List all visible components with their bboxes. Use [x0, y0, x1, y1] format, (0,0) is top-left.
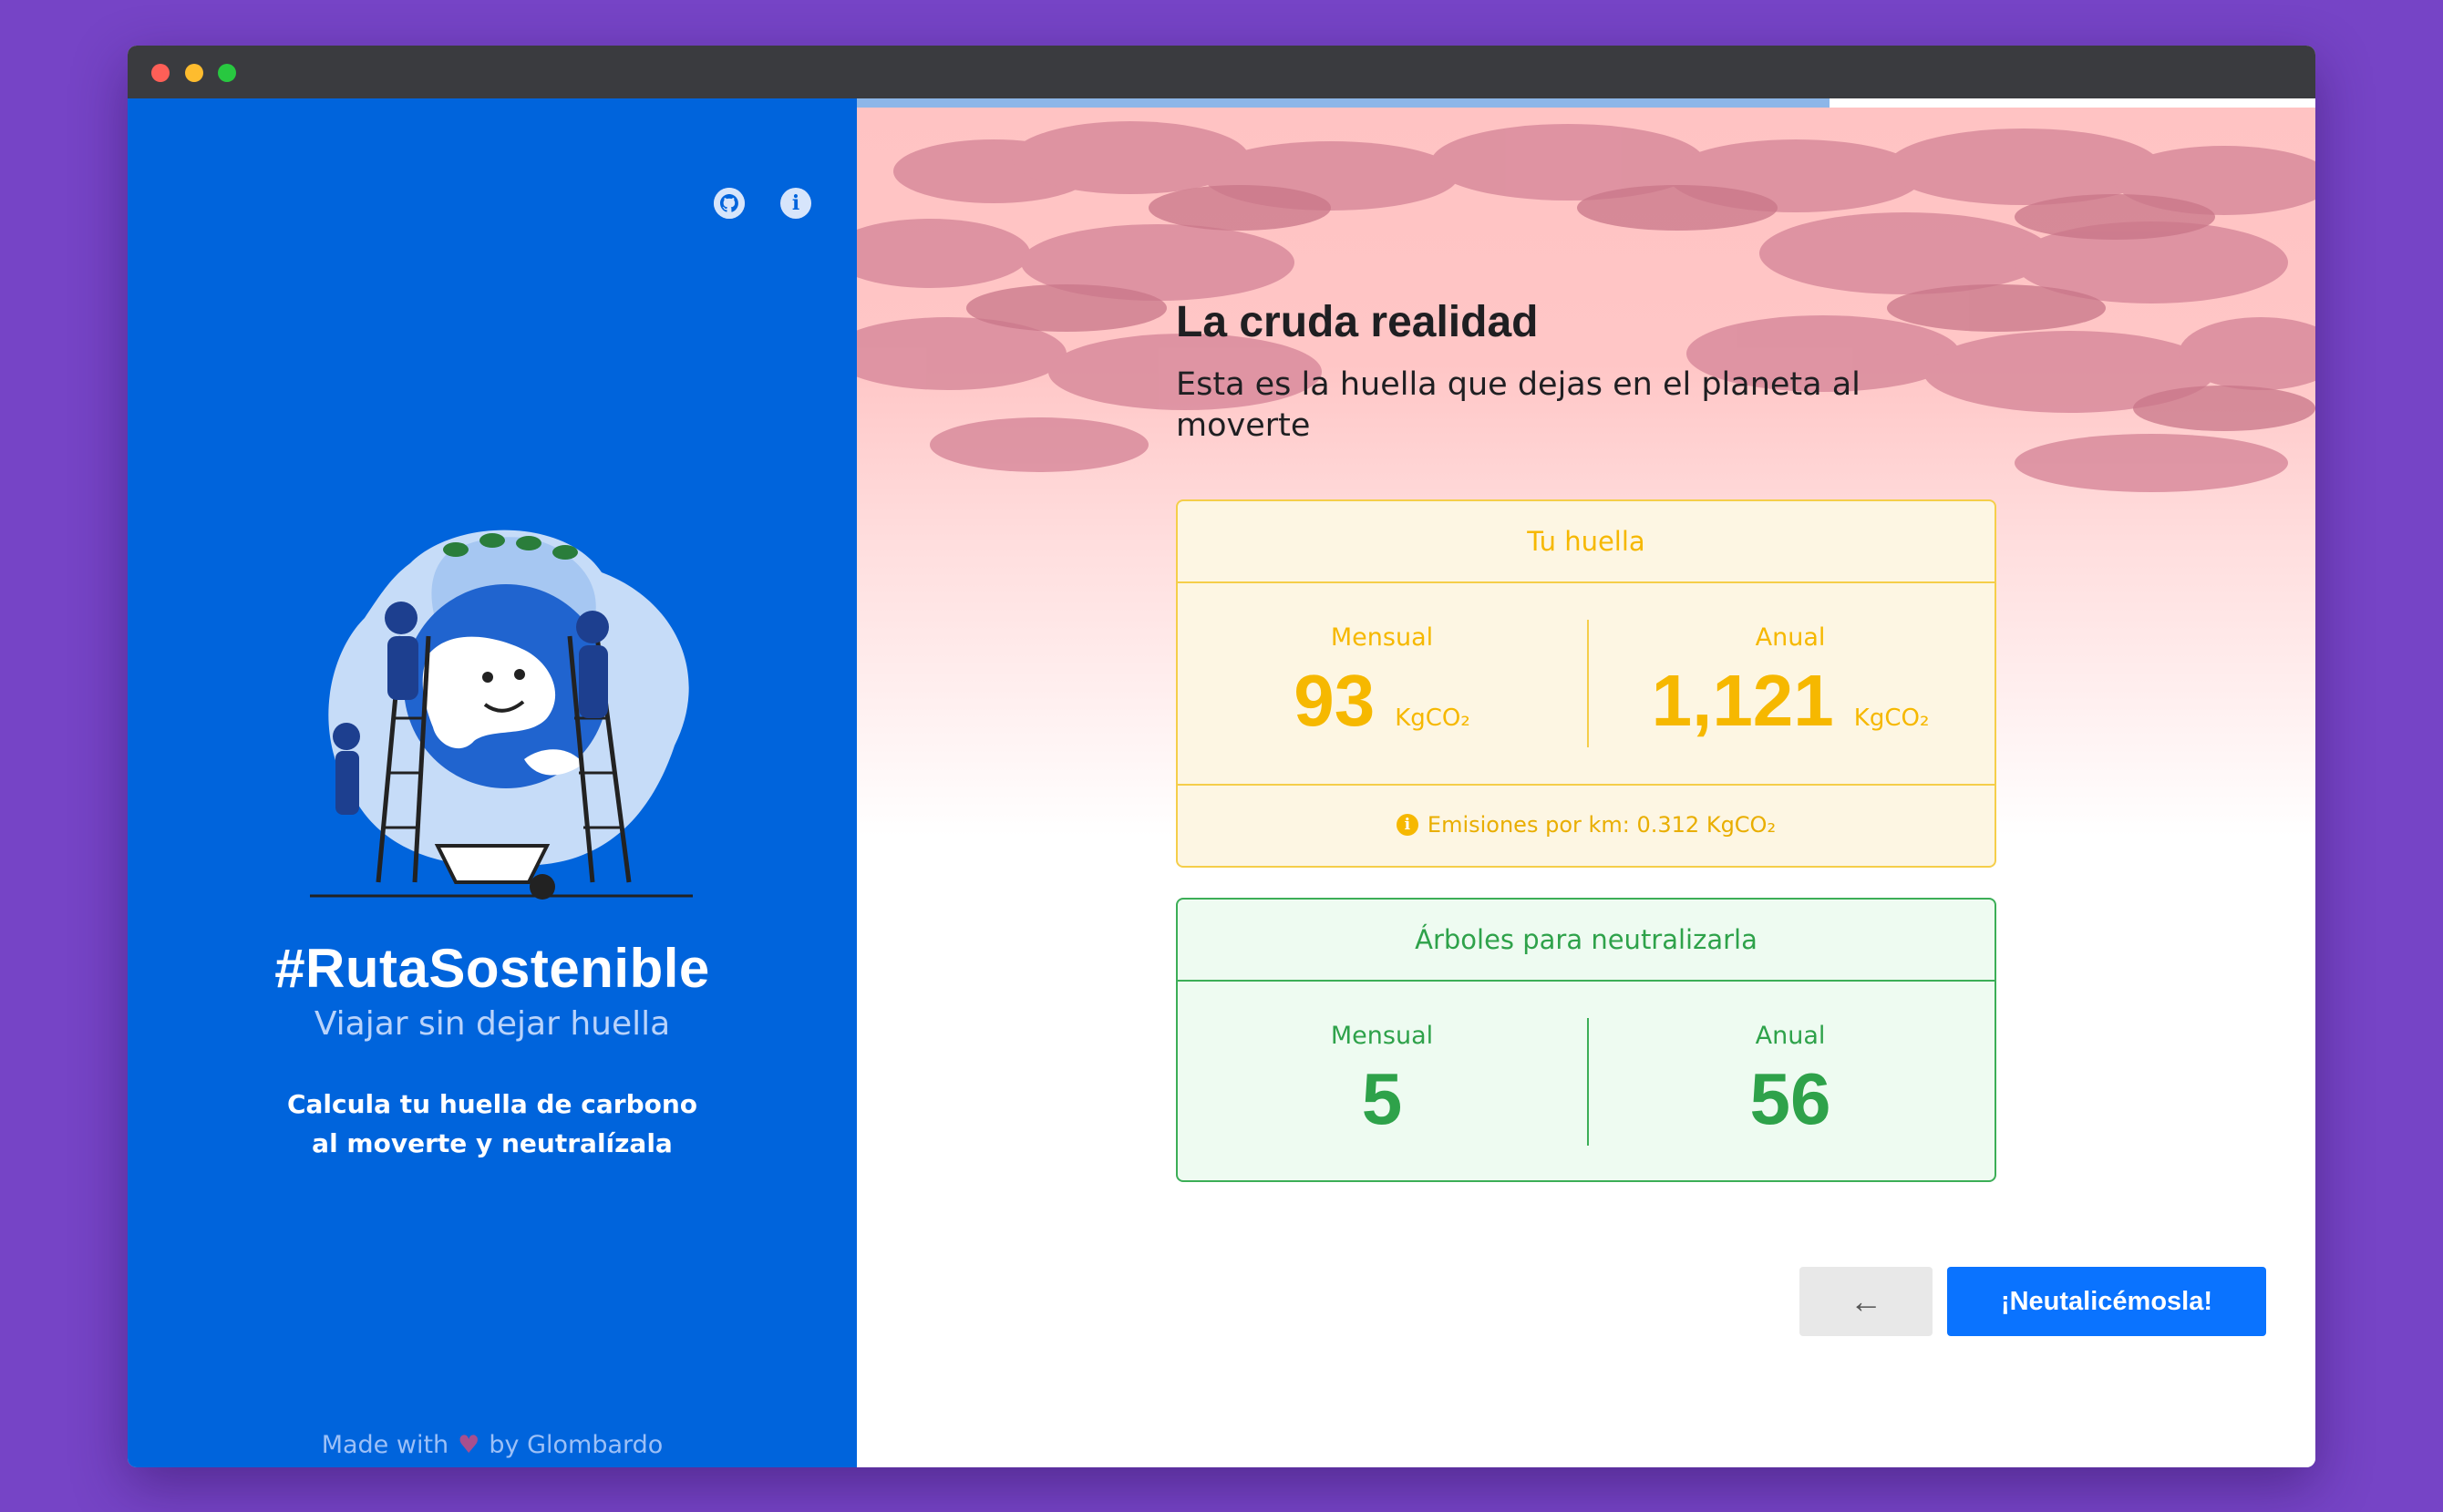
credits-author[interactable]: by Glombardo — [489, 1431, 663, 1459]
credits-prefix: Made with — [321, 1431, 449, 1459]
trees-divider — [1587, 1018, 1589, 1146]
info-circle-icon: i — [1396, 814, 1418, 836]
earth-care-illustration — [310, 530, 693, 900]
minimize-window-button[interactable] — [185, 64, 203, 82]
footprint-annual-unit: KgCO₂ — [1853, 705, 1930, 732]
credits: Made with ♥ by Glombardo — [128, 1431, 857, 1459]
footprint-card: Tu huella Mensual 93 KgCO₂ Anual 1,121 KgC… — [1176, 499, 1996, 868]
trees-card-title: Árboles para neutralizarla — [1178, 900, 1995, 982]
footprint-monthly: Mensual 93 KgCO₂ — [1178, 583, 1586, 784]
info-icon[interactable]: i — [780, 188, 811, 219]
heart-icon: ♥ — [458, 1431, 480, 1459]
trees-monthly-label: Mensual — [1330, 1022, 1434, 1050]
page-title: La cruda realidad — [1176, 298, 1539, 346]
footprint-values: Mensual 93 KgCO₂ Anual 1,121 KgCO₂ — [1178, 583, 1995, 784]
maximize-window-button[interactable] — [218, 64, 236, 82]
brand-title: #RutaSostenible — [274, 938, 710, 999]
footprint-monthly-unit: KgCO₂ — [1395, 705, 1470, 732]
trees-annual: Anual 56 — [1586, 982, 1995, 1182]
window-titlebar — [128, 46, 2315, 98]
clouds-illustration — [857, 121, 2315, 492]
close-window-button[interactable] — [151, 64, 170, 82]
trees-monthly: Mensual 5 — [1178, 982, 1586, 1182]
progress-fill — [857, 98, 1830, 108]
sidebar: i #RutaSostenible Viajar sin dejar huell… — [128, 98, 857, 1467]
brand-subtitle: Viajar sin dejar huella — [314, 1005, 671, 1043]
brand-description: Calcula tu huella de carbono al moverte … — [286, 1089, 698, 1158]
progress-bar — [857, 98, 2315, 108]
back-button[interactable]: ← — [1799, 1267, 1933, 1336]
footprint-monthly-value: 93 — [1294, 660, 1376, 741]
github-icon[interactable] — [714, 188, 745, 219]
main-panel: La cruda realidad Esta es la huella que … — [857, 98, 2315, 1467]
footprint-annual: Anual 1,121 KgCO₂ — [1586, 583, 1995, 784]
neutralize-button[interactable]: ¡Neutalicémosla! — [1947, 1267, 2266, 1336]
emissions-note: i Emisiones por km: 0.312 KgCO₂ — [1178, 784, 1995, 864]
browser-window: i #RutaSostenible Viajar sin dejar huell… — [128, 46, 2315, 1467]
arrow-left-icon: ← — [1850, 1282, 1882, 1320]
page-subtitle: Esta es la huella que dejas en el planet… — [1176, 366, 1861, 444]
trees-annual-value: 56 — [1749, 1058, 1831, 1139]
footprint-card-title: Tu huella — [1178, 501, 1995, 583]
trees-card: Árboles para neutralizarla Mensual 5 Anu… — [1176, 898, 1996, 1182]
emissions-note-text: Emisiones por km: 0.312 KgCO₂ — [1427, 812, 1777, 838]
trees-values: Mensual 5 Anual 56 — [1178, 982, 1995, 1182]
footprint-annual-label: Anual — [1755, 623, 1826, 652]
trees-annual-label: Anual — [1755, 1022, 1826, 1050]
footprint-annual-value: 1,121 — [1651, 660, 1834, 741]
trees-monthly-value: 5 — [1361, 1058, 1403, 1139]
footprint-divider — [1587, 620, 1589, 747]
footprint-monthly-label: Mensual — [1330, 623, 1434, 652]
